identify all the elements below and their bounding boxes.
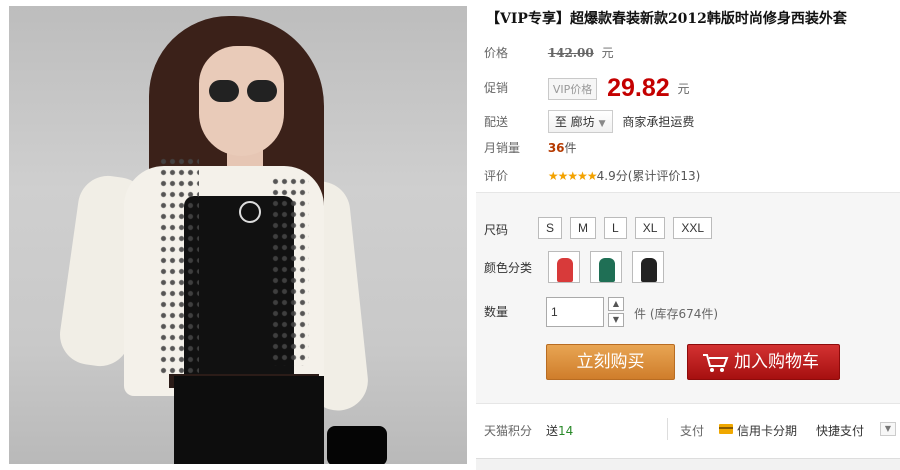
swatch-thumb: [557, 258, 573, 282]
size-option[interactable]: M: [570, 217, 597, 239]
size-options: S M L XL XXL: [538, 217, 713, 239]
vip-price-tag: VIP价格: [547, 77, 598, 100]
sku-selection-box: 尺码 S M L XL XXL 颜色分类 数量 ▲ ▼ 件 (库存674件) 立…: [476, 192, 900, 404]
product-main-image[interactable]: [9, 6, 467, 464]
credit-installment-link[interactable]: 信用卡分期: [737, 422, 797, 439]
original-price: 142.00: [547, 46, 594, 60]
color-swatch-black[interactable]: [632, 251, 664, 283]
swatch-thumb: [599, 258, 615, 282]
promo-price-unit: 元: [677, 82, 690, 96]
points-prefix: 送: [546, 424, 559, 438]
jacket-studs-right: [271, 176, 309, 366]
color-options: [548, 251, 664, 283]
detail-tabs-strip: [476, 458, 900, 470]
color-swatch-red[interactable]: [548, 251, 580, 283]
shipping-city-select[interactable]: 至 廊坊 ▼: [547, 110, 613, 133]
model-skirt: [174, 376, 324, 464]
monthly-sales-unit: 件: [564, 141, 577, 155]
quantity-increase-button[interactable]: ▲: [608, 297, 624, 311]
promo-label: 促销: [484, 81, 509, 95]
size-label: 尺码: [484, 223, 509, 237]
promo-row: 促销 VIP价格 29.82 元: [484, 74, 689, 103]
payment-label: 支付: [680, 424, 705, 438]
monthly-sales-row: 月销量 36件: [484, 139, 577, 156]
price-row: 价格 142.00 元: [484, 44, 614, 61]
size-option[interactable]: XL: [634, 217, 666, 239]
chevron-down-icon: ▼: [598, 119, 606, 129]
credit-card-icon: [719, 424, 733, 434]
price-label: 价格: [484, 46, 509, 60]
review-label: 评价: [484, 169, 509, 183]
product-title: 【VIP专享】超爆款春装新款2012韩版时尚修身西装外套: [486, 11, 847, 27]
price-unit: 元: [601, 46, 614, 60]
buy-now-button[interactable]: 立刻购买: [546, 344, 675, 380]
tmall-points-label[interactable]: 天猫积分: [484, 422, 532, 439]
shipping-row: 配送 至 廊坊 ▼ 商家承担运费: [484, 110, 694, 133]
quick-pay-link[interactable]: 快捷支付: [816, 422, 864, 439]
color-label: 颜色分类: [484, 261, 533, 275]
model-sunglasses: [209, 80, 279, 104]
quantity-label: 数量: [484, 305, 509, 319]
product-info-panel: 【VIP专享】超爆款春装新款2012韩版时尚修身西装外套 价格 142.00 元…: [476, 0, 900, 470]
rating-stars-icon: ★★★★★: [547, 169, 598, 183]
review-row: 评价 ★★★★★4.9分(累计评价13): [484, 167, 700, 184]
divider: [667, 418, 668, 440]
shipping-label: 配送: [484, 115, 509, 129]
tmall-points-value: 送14: [546, 422, 573, 439]
stock-info: 件 (库存674件): [634, 307, 719, 321]
quantity-decrease-button[interactable]: ▼: [608, 313, 624, 327]
quantity-input[interactable]: [546, 297, 604, 327]
add-to-cart-label: 加入购物车: [734, 352, 819, 372]
model-clutch: [327, 426, 387, 464]
color-swatch-green[interactable]: [590, 251, 622, 283]
monthly-sales-label: 月销量: [484, 141, 521, 155]
model-necklace: [239, 201, 261, 223]
quantity-stepper: ▲ ▼: [608, 297, 624, 327]
swatch-thumb: [641, 258, 657, 282]
monthly-sales-count: 36: [547, 141, 565, 155]
points-number: 14: [558, 424, 574, 438]
shipping-city: 至 廊坊: [554, 115, 595, 129]
promo-price: 29.82: [607, 74, 670, 102]
size-option[interactable]: S: [538, 217, 563, 239]
add-to-cart-button[interactable]: 加入购物车: [687, 344, 840, 380]
size-option[interactable]: XXL: [673, 217, 713, 239]
shopping-cart-icon: [703, 354, 729, 372]
size-option[interactable]: L: [604, 217, 627, 239]
jacket-studs-left: [159, 156, 199, 376]
points-payment-bar: 天猫积分 送14 支付 信用卡分期 快捷支付 ▼: [476, 414, 900, 446]
expand-payment-button[interactable]: ▼: [880, 422, 896, 436]
review-summary[interactable]: 4.9分(累计评价13): [597, 169, 701, 183]
shipping-note: 商家承担运费: [622, 115, 695, 129]
